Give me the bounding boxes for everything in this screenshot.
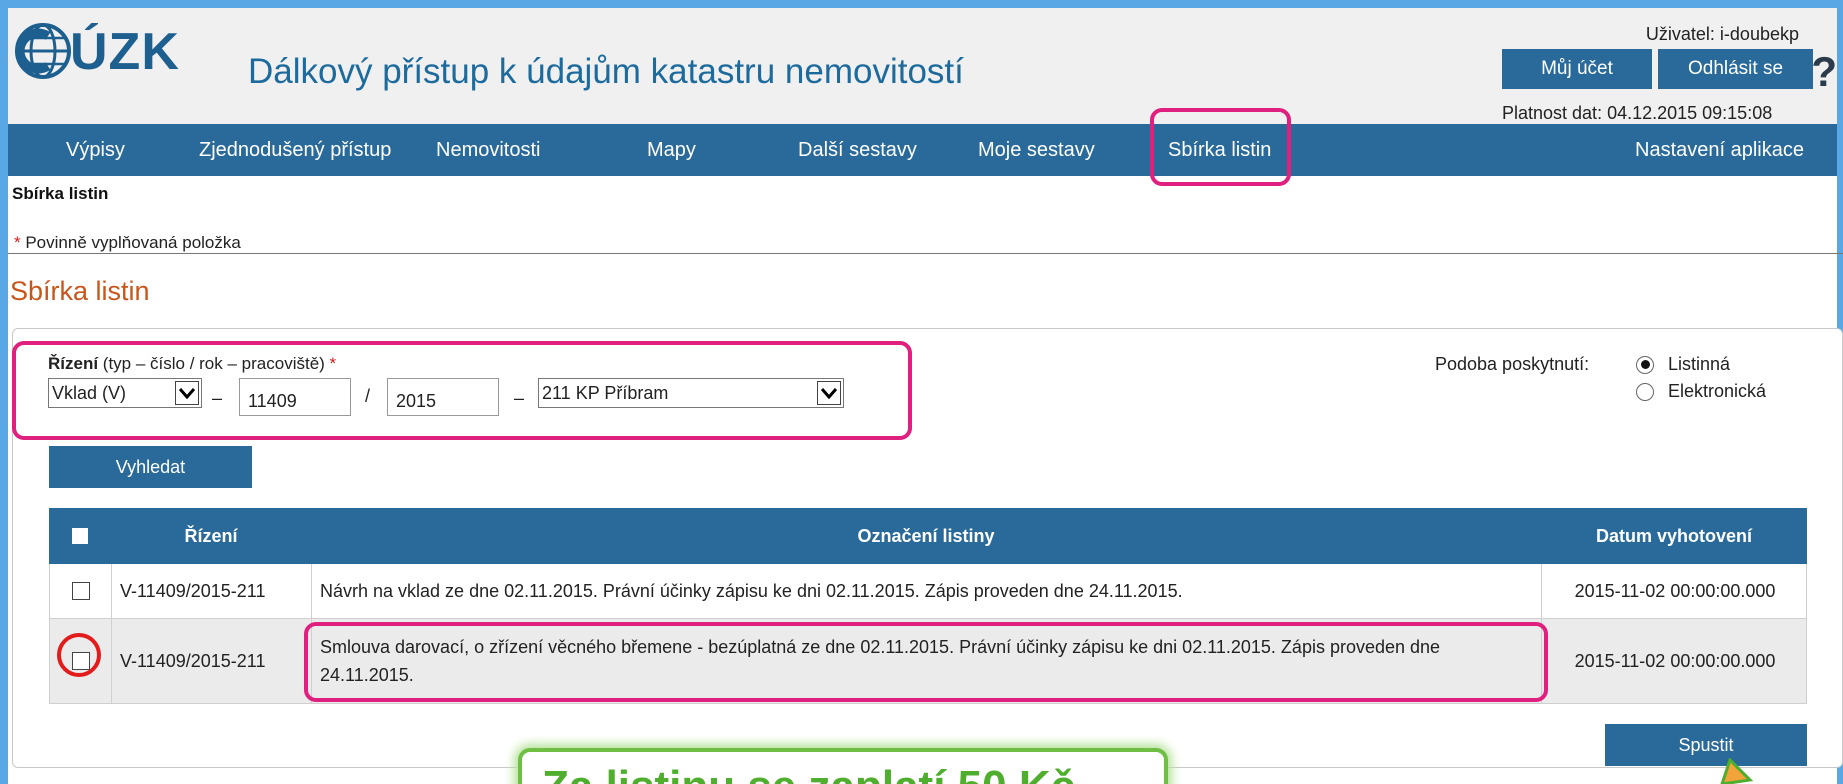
data-validity: Platnost dat: 04.12.2015 09:15:08 (1502, 103, 1773, 123)
callout-text: Za listinu se zaplatí 50 Kč (542, 762, 1075, 784)
my-account-button[interactable]: Můj účet (1502, 49, 1652, 89)
pointer-arrow-icon (1720, 758, 1754, 784)
radio-elektronicka[interactable]: Elektronická (1636, 381, 1766, 402)
cell-datum: 2015-11-02 00:00:00.000 (1574, 650, 1776, 671)
highlight-rizeni-fields (12, 341, 912, 440)
table-row: V-11409/2015-211 Návrh na vklad ze dne 0… (49, 564, 1807, 619)
main-nav: Výpisy Zjednodušený přístup Nemovitosti … (8, 124, 1837, 176)
required-note-text: Povinně vyplňovaná položka (20, 233, 241, 252)
cell-datum: 2015-11-02 00:00:00.000 (1574, 580, 1776, 601)
highlight-listina-cell (304, 622, 1548, 702)
nav-item-mapy[interactable]: Mapy (647, 124, 696, 176)
breadcrumb: Sbírka listin (12, 184, 109, 203)
radio-elektronicka-label: Elektronická (1668, 381, 1767, 401)
row-select-cell (50, 564, 112, 618)
required-note: * Povinně vyplňovaná položka (14, 233, 241, 253)
radio-listinna-label: Listinná (1668, 354, 1731, 374)
logout-button[interactable]: Odhlásit se (1658, 49, 1813, 89)
row-checkbox[interactable] (71, 582, 90, 600)
nav-item-zjednoduseny-pristup[interactable]: Zjednodušený přístup (199, 124, 391, 176)
cell-oznaceni: Návrh na vklad ze dne 02.11.2015. Právní… (312, 564, 1542, 618)
header-rizeni[interactable]: Řízení (111, 508, 311, 564)
cell-rizeni: V-11409/2015-211 (112, 619, 312, 703)
header-oznaceni[interactable]: Označení listiny (311, 508, 1541, 564)
nav-item-moje-sestavy[interactable]: Moje sestavy (978, 124, 1095, 176)
app-header: ÚZK Dálkový přístup k údajům katastru ne… (8, 8, 1837, 124)
podoba-label: Podoba poskytnutí: (1435, 354, 1590, 374)
nav-item-dalsi-sestavy[interactable]: Další sestavy (798, 124, 917, 176)
search-button[interactable]: Vyhledat (49, 446, 252, 488)
callout-box: Za listinu se zaplatí 50 Kč (518, 748, 1168, 784)
app-title: Dálkový přístup k údajům katastru nemovi… (248, 52, 964, 91)
highlight-row-checkbox (57, 633, 101, 677)
radio-empty-icon (1636, 382, 1654, 401)
radio-selected-icon (1636, 355, 1654, 374)
required-asterisk: * (14, 233, 21, 252)
nav-item-vypisy[interactable]: Výpisy (66, 124, 125, 176)
header-datum[interactable]: Datum vyhotovení (1541, 508, 1807, 564)
cell-rizeni: V-11409/2015-211 (112, 564, 312, 618)
select-all-checkbox[interactable] (72, 528, 88, 544)
logo-wordmark: ÚZK (70, 23, 180, 81)
select-all-cell (49, 508, 111, 564)
divider (8, 253, 1843, 254)
radio-listinna[interactable]: Listinná (1636, 354, 1730, 375)
section-title: Sbírka listin (10, 276, 150, 306)
cuzk-globe-logo (15, 23, 71, 79)
highlight-nav-sbirka (1150, 108, 1291, 186)
nav-item-nemovitosti[interactable]: Nemovitosti (436, 124, 540, 176)
help-icon[interactable]: ? (1811, 48, 1837, 96)
user-label: Uživatel: i-doubekp (1645, 24, 1799, 44)
run-button[interactable]: Spustit (1605, 724, 1807, 766)
table-header: Řízení Označení listiny Datum vyhotovení (49, 508, 1807, 564)
nav-item-settings[interactable]: Nastavení aplikace (1635, 124, 1804, 176)
